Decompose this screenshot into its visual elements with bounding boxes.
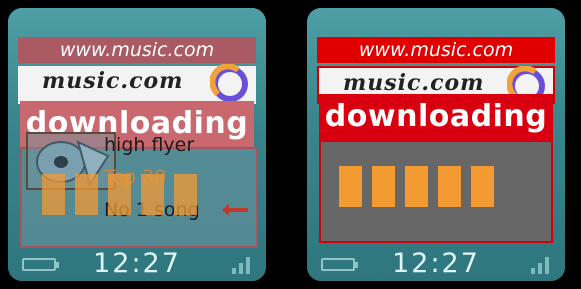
progress-segment — [438, 166, 461, 207]
signal-bar-2 — [239, 263, 243, 274]
screen-right: www.music.com music.com downloading 12:2… — [307, 8, 565, 281]
progress-segment — [75, 174, 98, 215]
downloading-title: downloading — [319, 94, 553, 140]
progress-segment — [174, 174, 197, 215]
clock: 12:27 — [392, 248, 480, 279]
signal-bar-3 — [246, 257, 250, 274]
signal-bar-3 — [545, 257, 549, 274]
music-logo-banner: music.com — [18, 64, 256, 104]
progress-segment — [339, 166, 362, 207]
signal-bar-1 — [531, 268, 535, 274]
progress-segment — [372, 166, 395, 207]
arrow-left-icon[interactable] — [222, 204, 248, 216]
menu-item-high-flyer[interactable]: high flyer — [104, 134, 194, 156]
progress-bar — [42, 174, 197, 215]
progress-segment — [471, 166, 494, 207]
progress-bar — [339, 166, 494, 207]
progress-segment — [141, 174, 164, 215]
swirl-logo-icon — [210, 64, 248, 102]
status-bar: 12:27 — [8, 246, 266, 281]
logo-text: music.com — [343, 70, 485, 96]
logo-text: music.com — [42, 68, 184, 94]
screen-left: www.music.com music.com downloading high… — [8, 8, 266, 281]
signal-bar-1 — [232, 268, 236, 274]
phone-screen-right: www.music.com music.com downloading 12:2… — [299, 0, 573, 289]
url-bar[interactable]: www.music.com — [317, 37, 555, 63]
phone-screen-left: www.music.com music.com downloading high… — [0, 0, 274, 289]
clock: 12:27 — [93, 248, 181, 279]
signal-icon — [232, 256, 252, 274]
status-bar: 12:27 — [307, 246, 565, 281]
url-bar[interactable]: www.music.com — [18, 37, 256, 63]
signal-icon — [531, 256, 551, 274]
progress-segment — [405, 166, 428, 207]
progress-segment — [42, 174, 65, 215]
signal-bar-2 — [538, 263, 542, 274]
progress-segment — [108, 174, 131, 215]
